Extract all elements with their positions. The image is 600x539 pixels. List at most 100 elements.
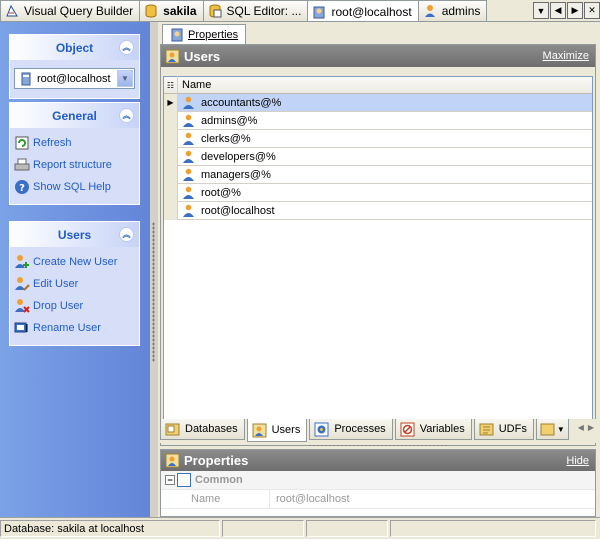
table-row[interactable]: managers@% [164,165,592,184]
scroll-tabs-right-button[interactable]: ▶ [567,2,583,19]
close-tab-button[interactable]: ✕ [584,2,600,19]
users-panel-header: Users Maximize [161,45,595,67]
user-icon [183,168,194,181]
refresh-link[interactable]: Refresh [14,132,135,154]
navigation-panel: Object ︽ root@localhost ▼ General ︽ Refr… [0,22,150,517]
category-label: Common [195,474,243,486]
chevron-down-icon[interactable]: ▼ [117,70,133,87]
more-tabs-dropdown[interactable]: ▼ [535,419,569,440]
properties-panel-header: Properties Hide [161,450,595,471]
scroll-left-icon[interactable]: ◀ [578,423,584,432]
object-selector[interactable]: root@localhost ▼ [14,68,135,89]
tab-udfs[interactable]: UDFs [473,419,534,440]
status-panel-3 [306,520,388,537]
hide-link[interactable]: Hide [566,455,589,467]
object-group-header[interactable]: Object ︽ [10,35,139,60]
user-icon [183,132,194,145]
scroll-right-icon[interactable]: ▶ [588,423,594,432]
bottom-tab-bar: Databases Users Processes Variables UDFs… [160,419,596,443]
processes-icon [314,422,329,436]
users-grid[interactable]: ☷ Name ▶ accountants@% admins@% clerks@%… [163,76,593,442]
table-row[interactable]: ▶ accountants@% [164,93,592,112]
edit-user-link[interactable]: Edit User [14,273,135,295]
bottom-tab-navigation: ◀ ▶ [578,423,594,432]
general-group-header[interactable]: General ︽ [10,103,139,128]
tab-visual-query-builder[interactable]: Visual Query Builder [0,0,141,21]
users-group-header[interactable]: Users ︽ [10,222,139,247]
tab-properties[interactable]: Properties [162,24,247,44]
link-label: Rename User [33,322,101,334]
tab-root-localhost[interactable]: root@localhost [307,0,419,21]
document-tab-bar: Visual Query Builder sakila SQL Editor: … [0,0,600,22]
table-row[interactable]: developers@% [164,147,592,166]
object-group: Object ︽ root@localhost ▼ [9,34,140,99]
horizontal-splitter-grip[interactable] [308,444,448,448]
tab-admins[interactable]: admins [417,0,488,21]
link-label: Drop User [33,300,84,312]
users-content: Users Maximize ☷ Name ▶ accountants@% ad… [160,44,596,446]
status-panel-4 [390,520,596,537]
property-value: root@localhost [269,489,350,509]
user-name: clerks@% [201,132,251,145]
printer-icon [14,158,30,171]
drop-user-link[interactable]: Drop User [14,295,135,317]
collapse-icon[interactable]: ︽ [119,108,134,123]
tab-variables[interactable]: Variables [394,419,472,440]
tab-processes[interactable]: Processes [309,419,393,440]
properties-icon [165,453,180,468]
tab-users[interactable]: Users [246,419,308,442]
svg-text:?: ? [19,183,25,194]
table-row[interactable]: root@% [164,183,592,202]
tab-list-button[interactable]: ▼ [533,2,549,19]
tab-sakila[interactable]: sakila [139,0,204,21]
splitter-grip[interactable] [152,222,155,362]
main-area: Properties Users Maximize ☷ Name ▶ accou… [158,22,600,517]
database-icon [145,4,157,18]
server-icon [21,72,31,85]
table-row[interactable]: admins@% [164,111,592,130]
property-category-common[interactable]: − Common [161,471,595,490]
table-row[interactable]: clerks@% [164,129,592,148]
rename-user-link[interactable]: Rename User [14,317,135,339]
tab-databases[interactable]: Databases [160,419,245,440]
user-name: root@localhost [201,204,275,217]
tab-label: Properties [188,28,239,41]
tab-label: admins [441,4,481,18]
status-panel-database: Database: sakila at localhost [0,520,220,537]
tab-label: sakila [163,4,197,18]
user-icon [313,6,325,18]
group-title: Users [57,227,92,242]
tab-sql-editor[interactable]: SQL Editor: ... [202,0,309,21]
tab-label: UDFs [498,423,527,435]
properties-icon [171,28,183,41]
udfs-icon [479,423,494,435]
create-new-user-link[interactable]: Create New User [14,251,135,273]
query-builder-icon [6,4,18,17]
user-icon [183,186,194,199]
user-icon [183,150,194,163]
tab-navigation: ▼ ◀ ▶ ✕ [531,2,600,19]
table-row[interactable]: root@localhost [164,201,592,220]
tab-label: Users [271,424,301,436]
user-icon [183,96,194,109]
tab-label: Processes [334,423,386,435]
property-name: Name [191,493,221,505]
tab-label: Databases [185,423,238,435]
users-icon [165,49,180,63]
user-icon [424,5,435,17]
property-row[interactable]: Name root@localhost [161,489,595,509]
row-indicator-icon: ▶ [164,93,178,112]
collapse-icon[interactable]: − [165,475,175,485]
vertical-splitter[interactable] [150,22,158,517]
report-structure-link[interactable]: Report structure [14,154,135,176]
edit-user-icon [15,277,30,291]
show-sql-help-link[interactable]: ? Show SQL Help [14,176,135,198]
collapse-icon[interactable]: ︽ [119,40,134,55]
object-selector-value: root@localhost [37,72,111,85]
column-header-name[interactable]: Name [178,79,211,91]
maximize-link[interactable]: Maximize [543,50,589,62]
more-tabs-icon [540,423,555,435]
scroll-tabs-left-button[interactable]: ◀ [550,2,566,19]
collapse-icon[interactable]: ︽ [119,227,134,242]
column-chooser-icon[interactable]: ☷ [164,76,178,94]
